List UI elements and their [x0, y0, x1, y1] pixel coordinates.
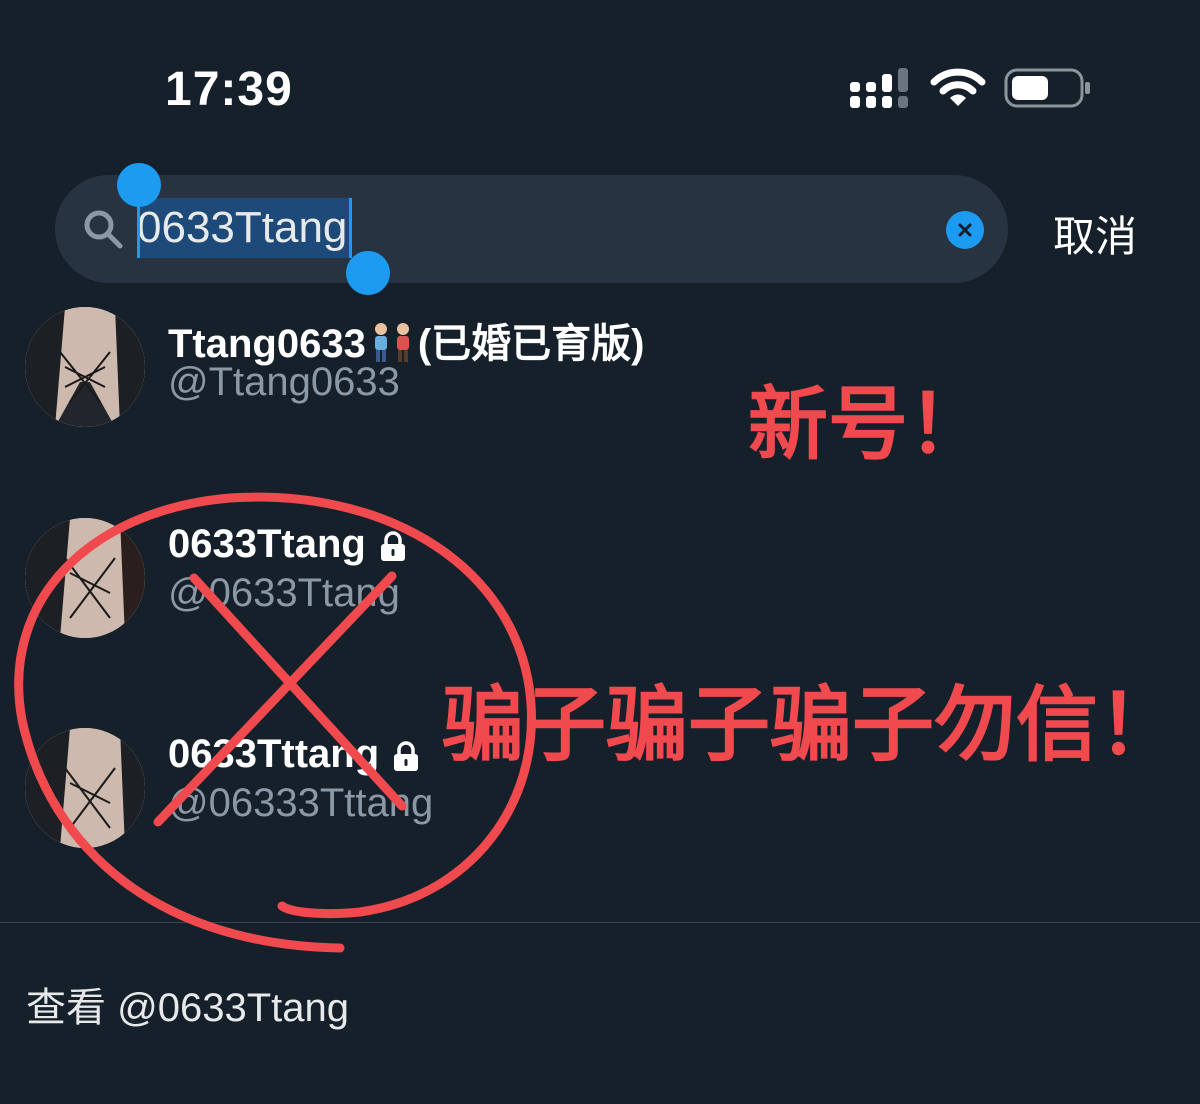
view-profile-link[interactable]: 查看 @0633Ttang — [26, 975, 349, 1033]
result-handle: @Ttang0633 — [168, 360, 400, 404]
result-name[interactable]: 0633Ttang — [168, 522, 406, 567]
search-input-value[interactable]: 0633Ttang — [137, 198, 349, 258]
selection-handle-end[interactable] — [346, 251, 390, 295]
cancel-button[interactable]: 取消 — [1053, 203, 1137, 264]
close-icon — [958, 223, 972, 237]
selection-handle-start[interactable] — [117, 163, 161, 207]
avatar[interactable] — [25, 728, 145, 848]
result-handle: @06333Tttang — [168, 781, 434, 825]
annotation-new-account: 新号！ — [748, 380, 988, 469]
battery-icon — [1004, 68, 1090, 108]
lock-icon — [380, 531, 405, 562]
search-input[interactable]: 0633Ttang — [137, 198, 353, 258]
wifi-icon — [930, 68, 986, 106]
cellular-signal-icon — [850, 68, 908, 108]
annotation-scam-warning: 骗子骗子骗子勿信！ — [442, 680, 1181, 771]
status-time: 17:39 — [165, 63, 293, 116]
search-icon — [84, 210, 123, 249]
avatar[interactable] — [25, 518, 145, 638]
result-name[interactable]: 0633Tttang — [168, 732, 419, 777]
couple-emoji-icon — [374, 323, 409, 362]
lock-icon — [394, 741, 419, 772]
result-handle: @0633Ttang — [168, 571, 400, 615]
divider — [0, 922, 1200, 923]
clear-search-button[interactable] — [946, 211, 984, 249]
avatar[interactable] — [25, 307, 145, 427]
